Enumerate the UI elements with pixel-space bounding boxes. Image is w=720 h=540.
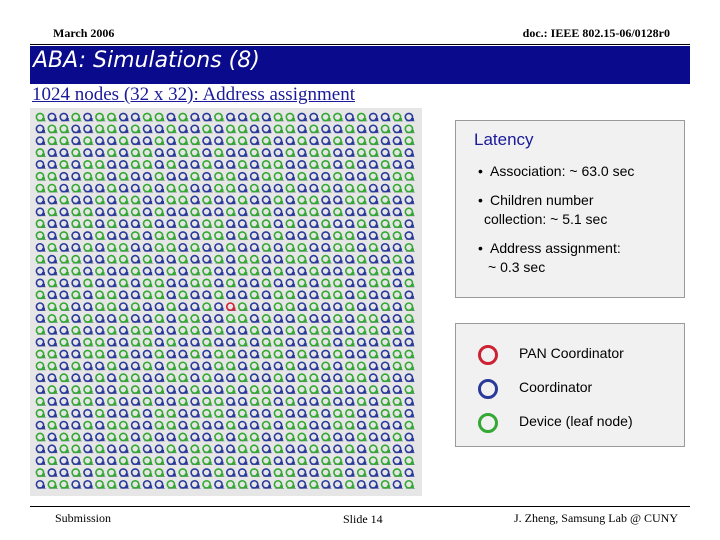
legend-label: Device (leaf node) xyxy=(519,413,633,429)
bullet-icon: • xyxy=(478,192,483,208)
footer-divider xyxy=(30,506,690,507)
footer-author: J. Zheng, Samsung Lab @ CUNY xyxy=(513,511,678,525)
red-ring-icon xyxy=(478,345,498,365)
node-grid-panel xyxy=(30,108,422,496)
slide-subtitle: 1024 nodes (32 x 32): Address assignment xyxy=(32,84,355,105)
slide-number: Slide 14 xyxy=(343,512,383,526)
legend-label: Coordinator xyxy=(519,379,593,395)
header-divider xyxy=(30,44,690,45)
header-date: March 2006 xyxy=(53,26,115,40)
title-bar: ABA: Simulations (8) xyxy=(30,46,690,84)
latency-item-address-cont: ~ 0.3 sec xyxy=(488,259,546,275)
blue-ring-icon xyxy=(478,379,498,399)
header-doc-id: doc.: IEEE 802.15-06/0128r0 xyxy=(522,26,670,40)
latency-text: Children number xyxy=(490,192,594,208)
latency-text: Association: ~ 63.0 sec xyxy=(490,163,635,179)
legend-panel: PAN Coordinator Coordinator Device (leaf… xyxy=(455,323,685,447)
footer-submission: Submission xyxy=(55,511,112,525)
latency-title: Latency xyxy=(474,130,534,149)
latency-panel: Latency • Association: ~ 63.0 sec • Chil… xyxy=(455,120,685,298)
legend-label: PAN Coordinator xyxy=(519,345,624,361)
slide-title: ABA: Simulations (8) xyxy=(33,48,260,73)
bullet-icon: • xyxy=(478,240,483,256)
node-grid xyxy=(35,112,415,489)
bullet-icon: • xyxy=(478,163,483,179)
latency-text: Address assignment: xyxy=(490,240,621,256)
latency-item-children-cont: collection: ~ 5.1 sec xyxy=(484,211,608,227)
green-ring-icon xyxy=(478,413,498,433)
